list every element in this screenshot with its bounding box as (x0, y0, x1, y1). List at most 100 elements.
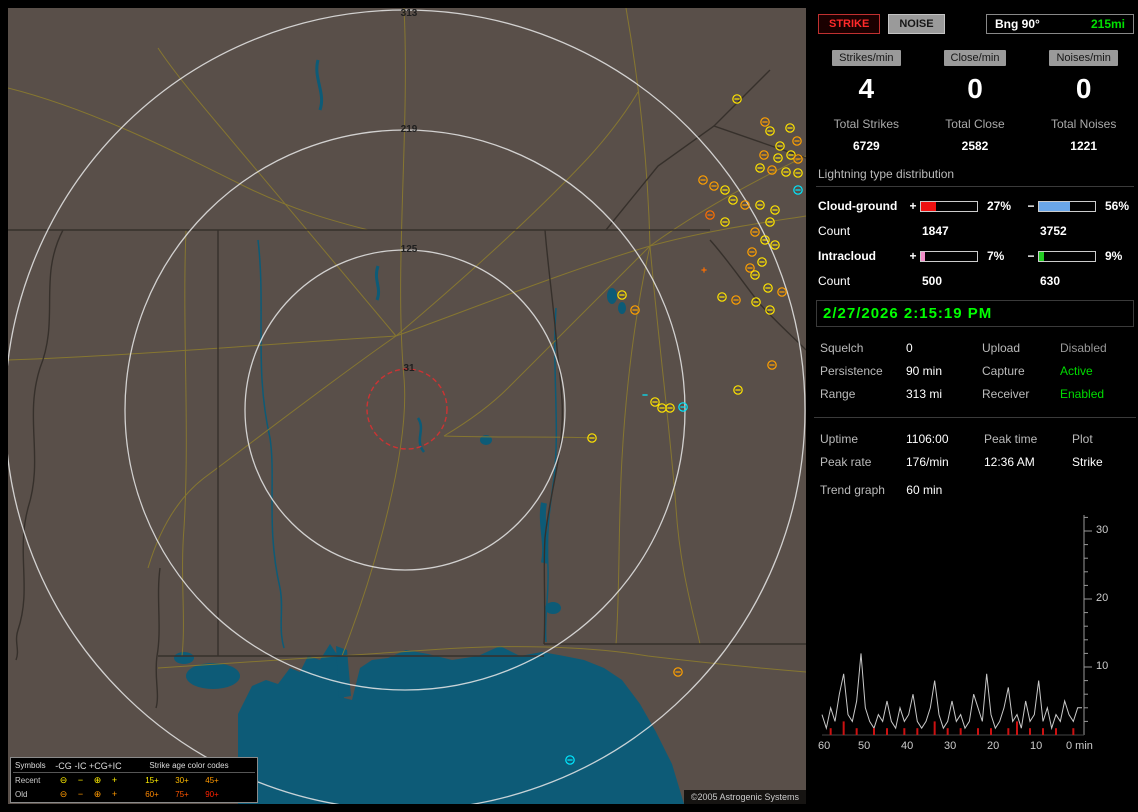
ic-minus-pct: 9% (1100, 249, 1138, 263)
legend-col-pos-cg: +CG (89, 761, 106, 771)
copyright-text: ©2005 Astrogenic Systems (684, 790, 806, 804)
status-grid: Uptime 1106:00 Peak time Plot Peak rate … (820, 432, 1138, 469)
y-tick-10: 10 (1096, 660, 1108, 672)
minus-sign: − (1024, 249, 1038, 263)
cg-minus-pct: 56% (1100, 199, 1138, 213)
strikes-per-min-chip: Strikes/min (832, 50, 900, 66)
age-30: 30+ (167, 776, 197, 785)
lightning-distribution: Cloud-ground + 27% − 56% Count 1847 3752… (818, 199, 1138, 288)
peak-rate-value: 176/min (906, 455, 984, 469)
squelch-value: 0 (906, 341, 982, 355)
rate-statistics: Strikes/min 4 Total Strikes 6729 Close/m… (812, 50, 1138, 153)
settings-grid: Squelch 0 Upload Disabled Persistence 90… (820, 341, 1138, 401)
total-strikes-label: Total Strikes (812, 117, 921, 131)
y-tick-30: 30 (1096, 524, 1108, 536)
minus-sign: − (1024, 199, 1038, 213)
cg-plus-bar (920, 201, 978, 212)
cg-minus-fill (1039, 202, 1070, 211)
close-per-min-chip: Close/min (944, 50, 1007, 66)
pos-ic-icon: + (106, 789, 123, 799)
total-close-value: 2582 (921, 139, 1030, 153)
legend-old-label: Old (13, 790, 55, 799)
receiver-status: Enabled (1060, 387, 1138, 401)
total-close-label: Total Close (921, 117, 1030, 131)
cg-minus-bar (1038, 201, 1096, 212)
pos-cg-icon: ⊕ (89, 775, 106, 786)
age-90: 90+ (197, 790, 227, 799)
bearing-display: Bng 90° 215mi (986, 14, 1134, 34)
cg-plus-count: 1847 (920, 224, 1024, 238)
age-75: 75+ (167, 790, 197, 799)
noises-per-min-value: 0 (1029, 73, 1138, 105)
range-label: Range (820, 387, 906, 401)
x-tick-30: 30 (944, 740, 956, 752)
upload-status: Disabled (1060, 341, 1138, 355)
legend-col-neg-cg: -CG (55, 761, 72, 771)
strike-button[interactable]: STRIKE (818, 14, 880, 34)
bearing-label: Bng 90° (995, 17, 1040, 31)
age-60: 60+ (137, 790, 167, 799)
ic-minus-bar (1038, 251, 1096, 262)
neg-ic-icon: − (72, 775, 89, 785)
ring-label-313: 313 (392, 8, 426, 19)
ic-count-label: Count (818, 274, 906, 288)
trend-header: Trend graph 60 min (820, 483, 1138, 497)
bearing-distance: 215mi (1091, 17, 1125, 31)
intracloud-label: Intracloud (818, 249, 906, 263)
legend-col-pos-ic: +IC (106, 761, 123, 771)
peak-rate-label: Peak rate (820, 455, 906, 469)
ring-label-31: 31 (392, 363, 426, 374)
plot-selector[interactable]: Strike (1072, 455, 1136, 469)
capture-status: Active (1060, 364, 1138, 378)
y-tick-20: 20 (1096, 592, 1108, 604)
receiver-label: Receiver (982, 387, 1060, 401)
legend-recent-label: Recent (13, 776, 55, 785)
total-noises-value: 1221 (1029, 139, 1138, 153)
pos-cg-icon: ⊕ (89, 789, 106, 800)
legend-old-row: Old ⊖ − ⊕ + 60+ 75+ 90+ (13, 787, 255, 801)
strikes-column: Strikes/min 4 Total Strikes 6729 (812, 50, 921, 153)
ic-plus-count: 500 (920, 274, 1024, 288)
cg-minus-count: 3752 (1038, 224, 1138, 238)
datetime-display: 2/27/2026 2:15:19 PM (816, 300, 1134, 327)
ic-minus-fill (1039, 252, 1044, 261)
neg-ic-icon: − (72, 789, 89, 799)
age-45: 45+ (197, 776, 227, 785)
control-panel: STRIKE NOISE Bng 90° 215mi Strikes/min 4… (812, 8, 1138, 804)
age-15: 15+ (137, 776, 167, 785)
persistence-label: Persistence (820, 364, 906, 378)
total-strikes-value: 6729 (812, 139, 921, 153)
x-tick-60: 60 (818, 740, 830, 752)
noise-button[interactable]: NOISE (888, 14, 944, 34)
close-column: Close/min 0 Total Close 2582 (921, 50, 1030, 153)
legend-symbols-header: Symbols (13, 761, 55, 770)
cg-plus-pct: 27% (982, 199, 1024, 213)
total-noises-label: Total Noises (1029, 117, 1138, 131)
plus-sign: + (906, 249, 920, 263)
x-tick-40: 40 (901, 740, 913, 752)
close-per-min-value: 0 (921, 73, 1030, 105)
legend-recent-row: Recent ⊖ − ⊕ + 15+ 30+ 45+ (13, 773, 255, 787)
x-tick-0: 0 min (1066, 740, 1093, 752)
legend-header-row: Symbols -CG -IC +CG +IC Strike age color… (13, 759, 255, 773)
peak-time-value: 12:36 AM (984, 455, 1072, 469)
noises-column: Noises/min 0 Total Noises 1221 (1029, 50, 1138, 153)
squelch-label: Squelch (820, 341, 906, 355)
plot-label: Plot (1072, 432, 1136, 446)
ic-plus-pct: 7% (982, 249, 1024, 263)
distribution-title: Lightning type distribution (816, 167, 1134, 187)
trend-graph-label: Trend graph (820, 483, 885, 497)
capture-label: Capture (982, 364, 1060, 378)
ring-label-219: 219 (392, 124, 426, 135)
neg-cg-icon: ⊖ (55, 789, 72, 800)
ic-minus-count: 630 (1038, 274, 1138, 288)
lightning-map[interactable]: 313 219 125 31 Symbols -CG -IC +CG +IC S… (8, 8, 806, 804)
uptime-label: Uptime (820, 432, 906, 446)
section-divider (814, 417, 1136, 418)
upload-label: Upload (982, 341, 1060, 355)
neg-cg-icon: ⊖ (55, 775, 72, 786)
peak-time-label: Peak time (984, 432, 1072, 446)
cg-count-label: Count (818, 224, 906, 238)
noises-per-min-chip: Noises/min (1049, 50, 1117, 66)
legend-age-header: Strike age color codes (123, 761, 255, 770)
